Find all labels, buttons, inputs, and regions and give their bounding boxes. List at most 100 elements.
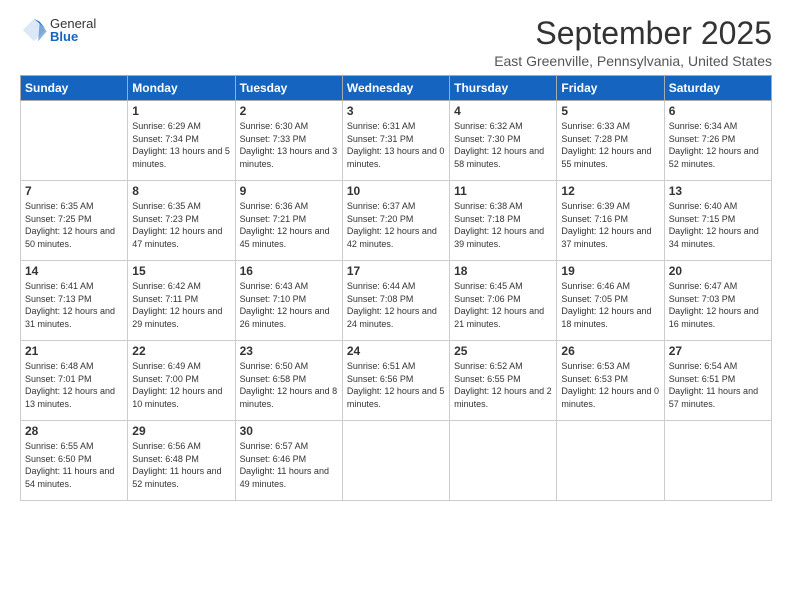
day-info: Sunrise: 6:54 AM Sunset: 6:51 PM Dayligh…: [669, 360, 767, 410]
day-number: 23: [240, 344, 338, 358]
table-row: 7 Sunrise: 6:35 AM Sunset: 7:25 PM Dayli…: [21, 181, 128, 261]
sunrise-text: Sunrise: 6:29 AM: [132, 120, 230, 133]
col-sunday: Sunday: [21, 76, 128, 101]
day-info: Sunrise: 6:42 AM Sunset: 7:11 PM Dayligh…: [132, 280, 230, 330]
sunset-text: Sunset: 7:01 PM: [25, 373, 123, 386]
col-thursday: Thursday: [450, 76, 557, 101]
sunset-text: Sunset: 7:00 PM: [132, 373, 230, 386]
location-title: East Greenville, Pennsylvania, United St…: [494, 53, 772, 69]
sunset-text: Sunset: 6:46 PM: [240, 453, 338, 466]
table-row: 22 Sunrise: 6:49 AM Sunset: 7:00 PM Dayl…: [128, 341, 235, 421]
daylight-text: Daylight: 13 hours and 5 minutes.: [132, 145, 230, 170]
day-number: 1: [132, 104, 230, 118]
table-row: 30 Sunrise: 6:57 AM Sunset: 6:46 PM Dayl…: [235, 421, 342, 501]
daylight-text: Daylight: 12 hours and 2 minutes.: [454, 385, 552, 410]
day-info: Sunrise: 6:35 AM Sunset: 7:23 PM Dayligh…: [132, 200, 230, 250]
day-info: Sunrise: 6:31 AM Sunset: 7:31 PM Dayligh…: [347, 120, 445, 170]
sunset-text: Sunset: 7:03 PM: [669, 293, 767, 306]
day-number: 13: [669, 184, 767, 198]
sunrise-text: Sunrise: 6:52 AM: [454, 360, 552, 373]
daylight-text: Daylight: 13 hours and 3 minutes.: [240, 145, 338, 170]
table-row: 26 Sunrise: 6:53 AM Sunset: 6:53 PM Dayl…: [557, 341, 664, 421]
sunrise-text: Sunrise: 6:47 AM: [669, 280, 767, 293]
day-number: 15: [132, 264, 230, 278]
day-info: Sunrise: 6:34 AM Sunset: 7:26 PM Dayligh…: [669, 120, 767, 170]
day-info: Sunrise: 6:49 AM Sunset: 7:00 PM Dayligh…: [132, 360, 230, 410]
table-row: 23 Sunrise: 6:50 AM Sunset: 6:58 PM Dayl…: [235, 341, 342, 421]
sunrise-text: Sunrise: 6:39 AM: [561, 200, 659, 213]
header: General Blue September 2025 East Greenvi…: [20, 16, 772, 69]
sunset-text: Sunset: 7:15 PM: [669, 213, 767, 226]
day-info: Sunrise: 6:56 AM Sunset: 6:48 PM Dayligh…: [132, 440, 230, 490]
day-info: Sunrise: 6:36 AM Sunset: 7:21 PM Dayligh…: [240, 200, 338, 250]
sunrise-text: Sunrise: 6:32 AM: [454, 120, 552, 133]
logo: General Blue: [20, 16, 96, 44]
day-number: 24: [347, 344, 445, 358]
day-info: Sunrise: 6:43 AM Sunset: 7:10 PM Dayligh…: [240, 280, 338, 330]
month-title: September 2025: [494, 16, 772, 51]
day-number: 21: [25, 344, 123, 358]
day-number: 10: [347, 184, 445, 198]
day-number: 16: [240, 264, 338, 278]
sunset-text: Sunset: 7:20 PM: [347, 213, 445, 226]
sunrise-text: Sunrise: 6:45 AM: [454, 280, 552, 293]
day-info: Sunrise: 6:41 AM Sunset: 7:13 PM Dayligh…: [25, 280, 123, 330]
table-row: 16 Sunrise: 6:43 AM Sunset: 7:10 PM Dayl…: [235, 261, 342, 341]
day-number: 30: [240, 424, 338, 438]
daylight-text: Daylight: 12 hours and 47 minutes.: [132, 225, 230, 250]
table-row: 5 Sunrise: 6:33 AM Sunset: 7:28 PM Dayli…: [557, 101, 664, 181]
daylight-text: Daylight: 12 hours and 24 minutes.: [347, 305, 445, 330]
daylight-text: Daylight: 12 hours and 39 minutes.: [454, 225, 552, 250]
day-number: 7: [25, 184, 123, 198]
sunset-text: Sunset: 7:25 PM: [25, 213, 123, 226]
daylight-text: Daylight: 11 hours and 57 minutes.: [669, 385, 767, 410]
col-friday: Friday: [557, 76, 664, 101]
sunset-text: Sunset: 7:06 PM: [454, 293, 552, 306]
sunset-text: Sunset: 7:16 PM: [561, 213, 659, 226]
sunset-text: Sunset: 7:31 PM: [347, 133, 445, 146]
sunset-text: Sunset: 7:05 PM: [561, 293, 659, 306]
day-number: 5: [561, 104, 659, 118]
sunset-text: Sunset: 7:28 PM: [561, 133, 659, 146]
day-info: Sunrise: 6:45 AM Sunset: 7:06 PM Dayligh…: [454, 280, 552, 330]
sunrise-text: Sunrise: 6:55 AM: [25, 440, 123, 453]
sunrise-text: Sunrise: 6:35 AM: [25, 200, 123, 213]
day-info: Sunrise: 6:53 AM Sunset: 6:53 PM Dayligh…: [561, 360, 659, 410]
daylight-text: Daylight: 11 hours and 54 minutes.: [25, 465, 123, 490]
day-info: Sunrise: 6:51 AM Sunset: 6:56 PM Dayligh…: [347, 360, 445, 410]
day-number: 6: [669, 104, 767, 118]
day-info: Sunrise: 6:48 AM Sunset: 7:01 PM Dayligh…: [25, 360, 123, 410]
sunset-text: Sunset: 7:33 PM: [240, 133, 338, 146]
table-row: [450, 421, 557, 501]
day-info: Sunrise: 6:55 AM Sunset: 6:50 PM Dayligh…: [25, 440, 123, 490]
sunrise-text: Sunrise: 6:44 AM: [347, 280, 445, 293]
day-number: 3: [347, 104, 445, 118]
day-info: Sunrise: 6:50 AM Sunset: 6:58 PM Dayligh…: [240, 360, 338, 410]
table-row: 3 Sunrise: 6:31 AM Sunset: 7:31 PM Dayli…: [342, 101, 449, 181]
table-row: [557, 421, 664, 501]
daylight-text: Daylight: 11 hours and 52 minutes.: [132, 465, 230, 490]
table-row: 20 Sunrise: 6:47 AM Sunset: 7:03 PM Dayl…: [664, 261, 771, 341]
table-row: 9 Sunrise: 6:36 AM Sunset: 7:21 PM Dayli…: [235, 181, 342, 261]
day-info: Sunrise: 6:47 AM Sunset: 7:03 PM Dayligh…: [669, 280, 767, 330]
sunrise-text: Sunrise: 6:40 AM: [669, 200, 767, 213]
day-info: Sunrise: 6:37 AM Sunset: 7:20 PM Dayligh…: [347, 200, 445, 250]
sunset-text: Sunset: 7:21 PM: [240, 213, 338, 226]
calendar-table: Sunday Monday Tuesday Wednesday Thursday…: [20, 75, 772, 501]
sunset-text: Sunset: 7:08 PM: [347, 293, 445, 306]
day-number: 8: [132, 184, 230, 198]
day-info: Sunrise: 6:46 AM Sunset: 7:05 PM Dayligh…: [561, 280, 659, 330]
day-info: Sunrise: 6:39 AM Sunset: 7:16 PM Dayligh…: [561, 200, 659, 250]
daylight-text: Daylight: 12 hours and 8 minutes.: [240, 385, 338, 410]
table-row: 6 Sunrise: 6:34 AM Sunset: 7:26 PM Dayli…: [664, 101, 771, 181]
day-number: 19: [561, 264, 659, 278]
daylight-text: Daylight: 12 hours and 16 minutes.: [669, 305, 767, 330]
table-row: 28 Sunrise: 6:55 AM Sunset: 6:50 PM Dayl…: [21, 421, 128, 501]
sunrise-text: Sunrise: 6:37 AM: [347, 200, 445, 213]
day-info: Sunrise: 6:40 AM Sunset: 7:15 PM Dayligh…: [669, 200, 767, 250]
daylight-text: Daylight: 12 hours and 55 minutes.: [561, 145, 659, 170]
table-row: 21 Sunrise: 6:48 AM Sunset: 7:01 PM Dayl…: [21, 341, 128, 421]
daylight-text: Daylight: 11 hours and 49 minutes.: [240, 465, 338, 490]
sunset-text: Sunset: 7:23 PM: [132, 213, 230, 226]
day-number: 29: [132, 424, 230, 438]
